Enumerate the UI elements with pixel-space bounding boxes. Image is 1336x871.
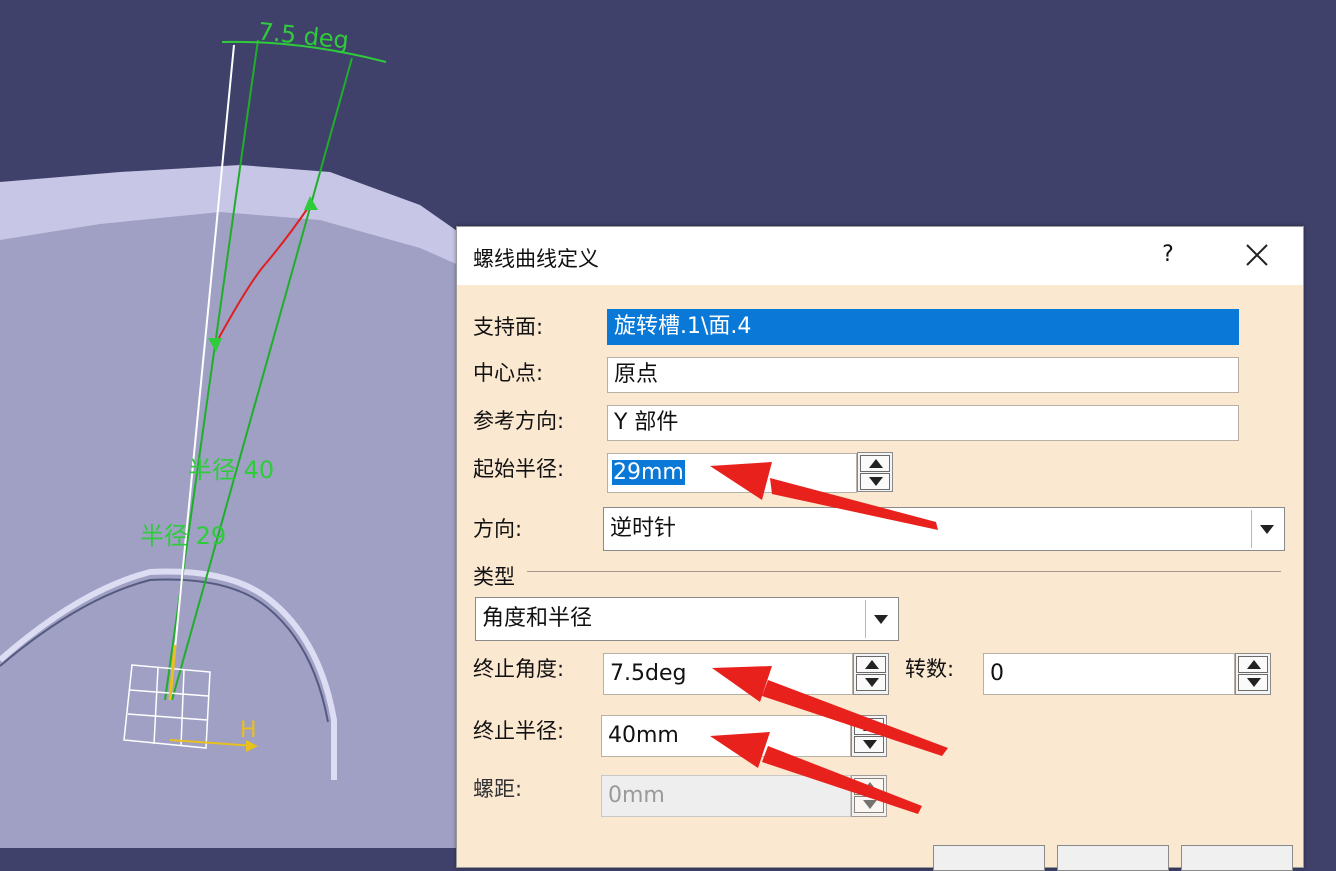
end-radius-spinner[interactable] bbox=[851, 715, 887, 757]
arrow-up-icon bbox=[863, 782, 877, 791]
end-radius-decrement[interactable] bbox=[854, 736, 884, 753]
dialog-titlebar[interactable]: 螺线曲线定义 ? bbox=[457, 227, 1303, 285]
arrow-up-icon bbox=[869, 459, 883, 468]
revolutions-label: 转数: bbox=[905, 657, 955, 681]
reference-direction-field[interactable]: Y 部件 bbox=[607, 405, 1239, 441]
revolutions-spinner[interactable] bbox=[1235, 653, 1271, 695]
end-radius-increment[interactable] bbox=[854, 718, 884, 735]
end-angle-spinner[interactable] bbox=[853, 653, 889, 695]
revolutions-increment[interactable] bbox=[1238, 656, 1268, 673]
support-field[interactable]: 旋转槽.1\面.4 bbox=[607, 309, 1239, 345]
end-angle-label: 终止角度: bbox=[473, 657, 565, 681]
type-dropdown[interactable]: 角度和半径 bbox=[475, 597, 899, 641]
end-angle-decrement[interactable] bbox=[856, 674, 886, 691]
center-field[interactable]: 原点 bbox=[607, 357, 1239, 393]
chevron-down-icon bbox=[1260, 525, 1274, 534]
orientation-dropdown[interactable]: 逆时针 bbox=[603, 507, 1285, 551]
arrow-down-icon bbox=[863, 740, 877, 749]
type-group-label: 类型 bbox=[473, 565, 515, 589]
arrow-down-icon bbox=[863, 800, 877, 809]
spiral-curve-definition-dialog: 螺线曲线定义 ? 支持面: 旋转槽.1\面.4 中心点: 原点 参考方向: Y … bbox=[456, 226, 1304, 871]
reference-direction-label: 参考方向: bbox=[473, 409, 565, 433]
ok-button[interactable] bbox=[933, 845, 1045, 871]
chevron-down-icon bbox=[874, 615, 888, 624]
revolutions-decrement[interactable] bbox=[1238, 674, 1268, 691]
support-label: 支持面: bbox=[473, 315, 544, 339]
cancel-button[interactable] bbox=[1057, 845, 1169, 871]
type-value: 角度和半径 bbox=[482, 606, 593, 631]
end-angle-increment[interactable] bbox=[856, 656, 886, 673]
center-label: 中心点: bbox=[473, 361, 544, 385]
pitch-label: 螺距: bbox=[473, 777, 523, 801]
close-button[interactable] bbox=[1237, 237, 1277, 273]
start-radius-label: 起始半径: bbox=[473, 457, 565, 481]
close-icon bbox=[1246, 244, 1268, 266]
arrow-up-icon bbox=[865, 660, 879, 669]
radius-40-label: 半径 40 bbox=[188, 456, 275, 484]
arrow-up-icon bbox=[1247, 660, 1261, 669]
start-radius-increment[interactable] bbox=[860, 455, 890, 472]
part-side-face bbox=[0, 212, 470, 848]
revolutions-input[interactable]: 0 bbox=[983, 653, 1235, 695]
end-angle-input[interactable]: 7.5deg bbox=[603, 653, 853, 695]
start-radius-value: 29mm bbox=[612, 460, 685, 485]
pitch-decrement bbox=[854, 796, 884, 813]
help-button[interactable]: ? bbox=[1153, 237, 1183, 273]
orientation-dropdown-toggle[interactable] bbox=[1251, 510, 1282, 548]
start-radius-decrement[interactable] bbox=[860, 473, 890, 490]
arrow-up-icon bbox=[863, 722, 877, 731]
pitch-input: 0mm bbox=[601, 775, 851, 817]
arrow-down-icon bbox=[1247, 678, 1261, 687]
radius-29-label: 半径 29 bbox=[140, 522, 227, 550]
type-group-divider bbox=[527, 571, 1281, 572]
orientation-label: 方向: bbox=[473, 517, 523, 541]
dialog-title: 螺线曲线定义 bbox=[473, 247, 599, 271]
pitch-increment bbox=[854, 778, 884, 795]
arrow-down-icon bbox=[869, 477, 883, 486]
pitch-spinner bbox=[851, 775, 887, 817]
orientation-value: 逆时针 bbox=[610, 516, 677, 541]
start-radius-spinner[interactable] bbox=[857, 452, 893, 492]
end-radius-input[interactable]: 40mm bbox=[601, 715, 851, 757]
arrow-down-icon bbox=[865, 678, 879, 687]
preview-button[interactable] bbox=[1181, 845, 1293, 871]
end-radius-label: 终止半径: bbox=[473, 719, 565, 743]
start-radius-input[interactable]: 29mm bbox=[607, 453, 857, 493]
axis-h-label: H bbox=[240, 718, 257, 743]
type-dropdown-toggle[interactable] bbox=[865, 600, 896, 638]
